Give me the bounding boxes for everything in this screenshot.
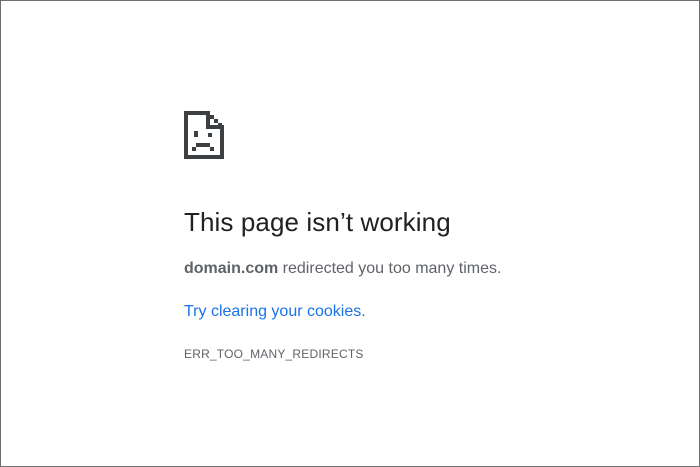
page-title: This page isn’t working (184, 207, 451, 237)
browser-error-page: This page isn’t working domain.com redir… (0, 0, 700, 467)
clear-cookies-link[interactable]: Try clearing your cookies (184, 303, 361, 320)
error-detail-text: redirected you too many times. (278, 260, 502, 277)
sad-page-icon (184, 111, 224, 159)
error-detail: domain.com redirected you too many times… (184, 260, 501, 278)
domain-name: domain.com (184, 260, 279, 277)
error-suggestion: Try clearing your cookies. (184, 303, 366, 321)
error-code: ERR_TOO_MANY_REDIRECTS (184, 347, 364, 361)
suggestion-period: . (361, 303, 366, 320)
